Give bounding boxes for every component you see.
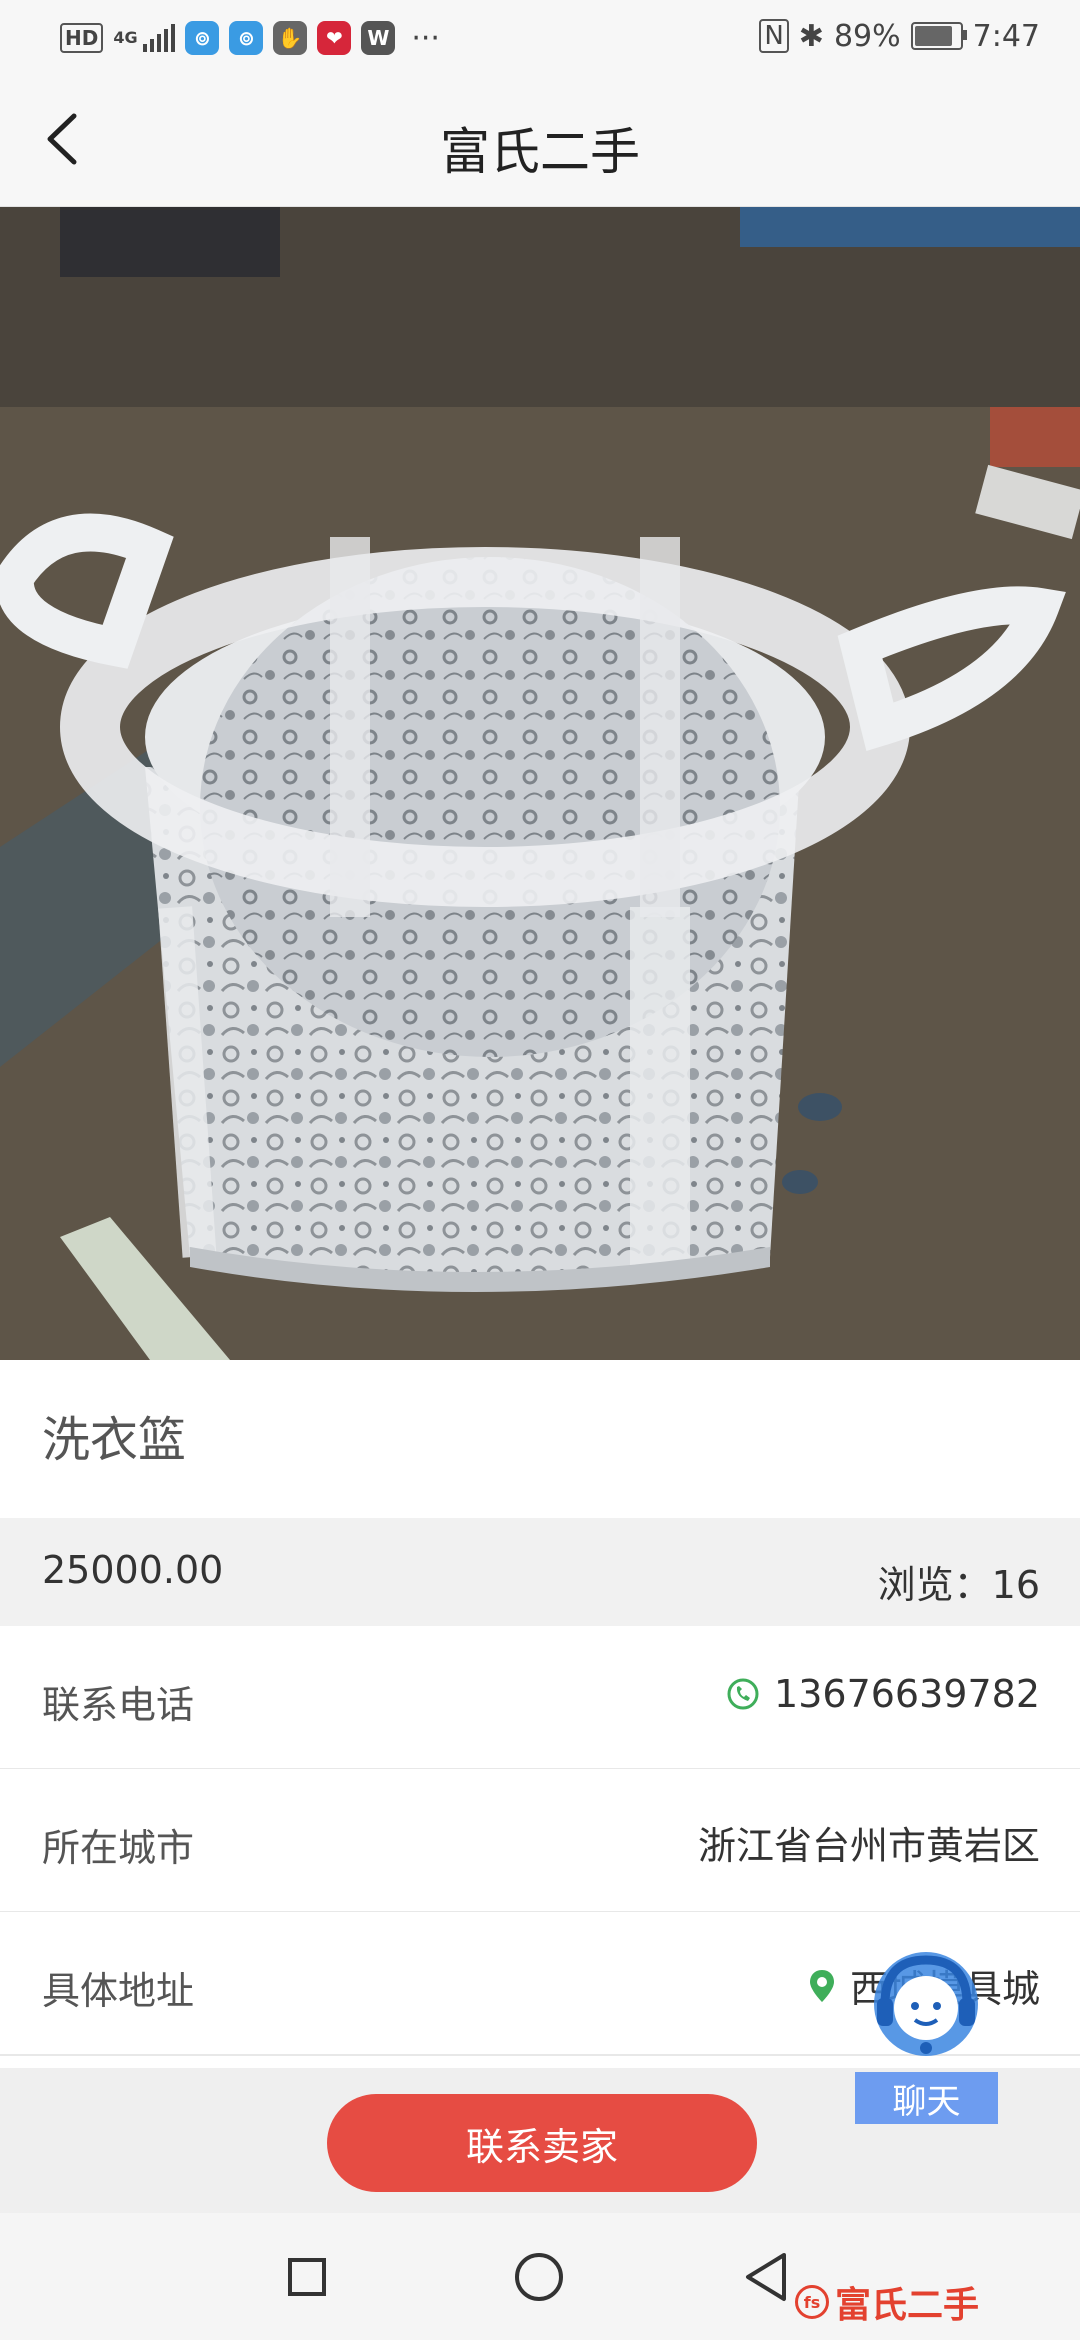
price-row: 25000.00 浏览：16	[0, 1518, 1080, 1626]
watermark-text: 富氏二手	[835, 2285, 980, 2326]
heart-app-icon: ❤	[317, 21, 352, 55]
customer-service-icon	[874, 1952, 978, 2056]
home-button[interactable]	[515, 2253, 563, 2301]
weibo-app-icon: ⊚	[185, 21, 220, 55]
city-row: 所在城市 浙江省台州市黄岩区	[0, 1769, 1080, 1913]
battery-fill	[914, 26, 952, 46]
nav-back-button[interactable]	[742, 2249, 790, 2305]
status-left-icons: HD 4G ⊚ ⊚ ✋ ❤ W ···	[60, 18, 440, 58]
clock: 7:47	[972, 18, 1040, 54]
phone-icon	[727, 1678, 759, 1710]
chat-float-button[interactable]: 聊天	[855, 1942, 998, 2132]
system-nav-bar: fs 富氏二手	[0, 2213, 1080, 2340]
item-price: 25000.00	[42, 1548, 224, 1592]
battery-percent: 89%	[833, 18, 901, 54]
view-count: 浏览：16	[877, 1563, 1040, 1607]
product-photo	[0, 207, 1080, 1360]
phone-value: 13676639782	[774, 1672, 1040, 1716]
bluetooth-icon: ✱	[798, 18, 824, 54]
top-app-bar: 富氏二手	[0, 74, 1080, 207]
item-title: 洗衣篮	[42, 1412, 187, 1468]
network-type: 4G	[113, 28, 138, 47]
wps-app-icon: W	[361, 21, 396, 55]
hand-app-icon: ✋	[273, 21, 308, 55]
location-pin-icon	[809, 1969, 834, 2002]
phone-value-group[interactable]: 13676639782	[726, 1672, 1040, 1716]
contact-seller-button[interactable]: 联系卖家	[327, 2094, 757, 2192]
overflow-icon: ···	[411, 20, 440, 56]
watermark: fs 富氏二手	[795, 2276, 979, 2328]
phone-row[interactable]: 联系电话 13676639782	[0, 1626, 1080, 1770]
recents-button[interactable]	[288, 2258, 326, 2296]
address-label: 具体地址	[42, 1969, 195, 2013]
hd-badge: HD	[60, 23, 104, 53]
battery-icon	[910, 22, 967, 50]
signal-icon	[143, 24, 176, 52]
weibo-app-icon-2: ⊚	[229, 21, 264, 55]
status-right-icons: N ✱ 89% 7:47	[759, 16, 1040, 56]
city-label: 所在城市	[42, 1826, 195, 1870]
phone-label: 联系电话	[42, 1683, 195, 1727]
chat-label: 聊天	[855, 2072, 998, 2124]
nfc-icon: N	[759, 19, 789, 53]
product-photo-carousel[interactable]	[0, 207, 1080, 1360]
status-bar: HD 4G ⊚ ⊚ ✋ ❤ W ··· N ✱ 89% 7:47	[0, 0, 1080, 74]
brand-logo-icon: fs	[795, 2285, 829, 2319]
page-title: 富氏二手	[440, 123, 640, 181]
city-value: 浙江省台州市黄岩区	[697, 1824, 1040, 1868]
